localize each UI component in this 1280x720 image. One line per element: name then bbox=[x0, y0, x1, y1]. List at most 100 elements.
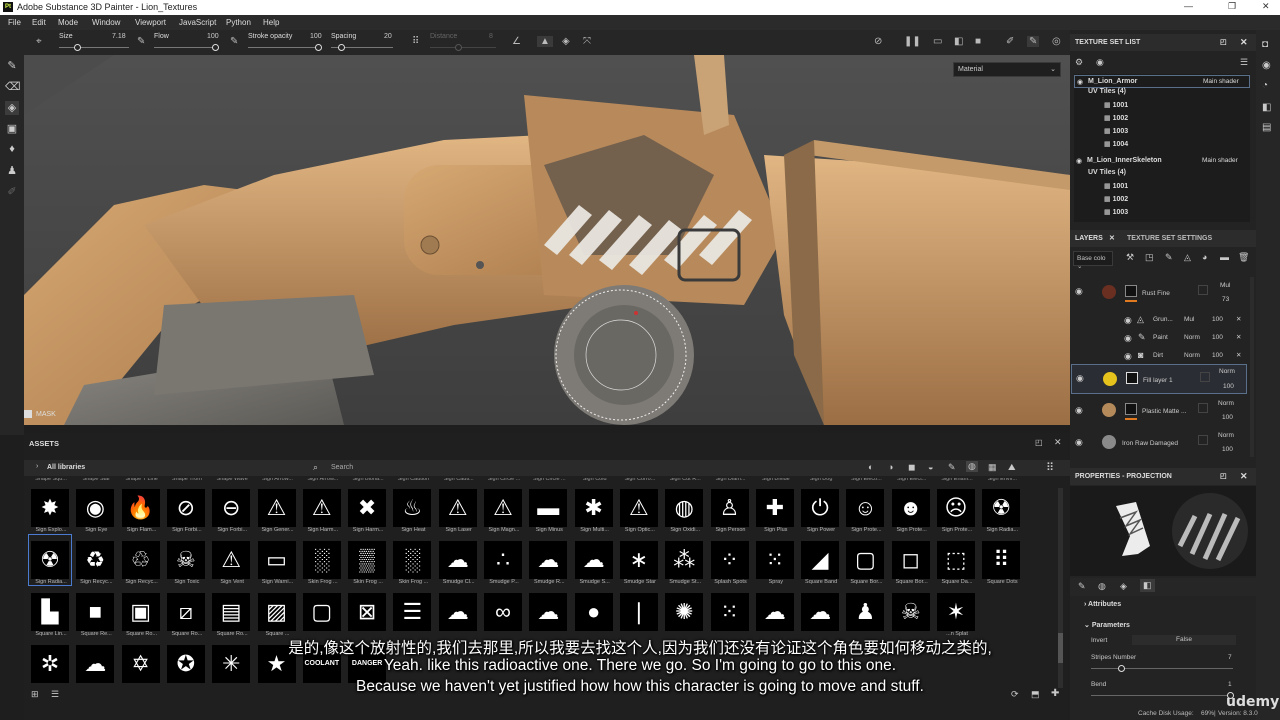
asset-tile[interactable]: ▨ Square ... bbox=[256, 587, 298, 637]
asset-tile[interactable]: ☢ Sign Radia... bbox=[980, 483, 1022, 533]
asset-tile[interactable]: ☹ Sign Prote... bbox=[935, 483, 977, 533]
filter-materials-icon[interactable]: ◐ bbox=[868, 462, 873, 472]
add-effect-icon[interactable]: ⚒ bbox=[1126, 252, 1134, 263]
eye-icon[interactable]: ◉ bbox=[1124, 333, 1132, 344]
asset-tile[interactable]: ❘ bbox=[618, 587, 660, 637]
asset-tile[interactable]: ⊘ Sign Forbi... bbox=[165, 483, 207, 533]
asset-tile[interactable]: ▢ Square Bor... bbox=[844, 535, 886, 585]
asset-tile[interactable]: ✸ Sign Explo... bbox=[29, 483, 71, 533]
blend-mode[interactable]: Mul bbox=[1220, 282, 1230, 289]
menu-help[interactable]: Help bbox=[263, 18, 279, 27]
menu-window[interactable]: Window bbox=[92, 18, 120, 27]
menu-python[interactable]: Python bbox=[226, 18, 251, 27]
asset-tile[interactable]: ⚠ Sign Harm... bbox=[301, 483, 343, 533]
eye-icon[interactable]: ◉ bbox=[1124, 351, 1132, 362]
menu-edit[interactable]: Edit bbox=[32, 18, 46, 27]
filter-alphas-icon[interactable]: ◍ bbox=[966, 461, 978, 472]
remove-icon[interactable]: ✕ bbox=[1236, 333, 1241, 341]
asset-tile[interactable]: ☠ Sign Toxic bbox=[165, 535, 207, 585]
asset-tile[interactable]: ⚠ Sign Magn... bbox=[482, 483, 524, 533]
blend-mode[interactable]: Norm bbox=[1184, 334, 1200, 341]
flow-slider-knob[interactable] bbox=[212, 44, 219, 51]
log-icon[interactable]: ▤ bbox=[1262, 122, 1271, 133]
view-3d-icon[interactable]: ◧ bbox=[954, 36, 963, 47]
close-icon[interactable]: ✕ bbox=[1262, 1, 1270, 12]
menu-icon[interactable]: ☰ bbox=[1240, 57, 1248, 68]
blend-mode[interactable]: Mul bbox=[1184, 316, 1194, 323]
camera-settings-icon[interactable]: ◘ bbox=[1262, 39, 1268, 50]
asset-tile[interactable]: ☁ Smudge S... bbox=[573, 535, 615, 585]
asset-tile[interactable]: ☰ bbox=[391, 587, 433, 637]
layer-checkbox[interactable] bbox=[1200, 372, 1210, 382]
float-panel-icon[interactable]: ◰ bbox=[1220, 472, 1227, 480]
stroke-opacity-value[interactable]: 100 bbox=[310, 33, 322, 40]
asset-tile[interactable]: ✺ bbox=[663, 587, 705, 637]
add-mask-icon[interactable]: ◳ bbox=[1145, 252, 1154, 263]
blend-mode[interactable]: Norm bbox=[1219, 368, 1235, 375]
eye-icon[interactable]: ◉ bbox=[1124, 315, 1132, 326]
asset-tile[interactable]: ☻ Sign Prote... bbox=[890, 483, 932, 533]
angle-icon[interactable]: ∠ bbox=[512, 36, 521, 47]
remove-icon[interactable]: ✕ bbox=[1236, 315, 1241, 323]
library-selector[interactable]: All libraries bbox=[47, 464, 85, 471]
flow-slider[interactable] bbox=[154, 47, 219, 48]
texture-set-skeleton[interactable]: ◉ M_Lion_InnerSkeleton Main shader bbox=[1074, 155, 1250, 168]
paint-brush-icon[interactable]: ✎ bbox=[5, 59, 19, 73]
asset-tile[interactable]: ⁙ Spray bbox=[754, 535, 796, 585]
asset-tile[interactable]: ░ Skin Frog ... bbox=[391, 535, 433, 585]
layer-plastic-matte[interactable]: ◉ Plastic Matte ... Norm 100 bbox=[1070, 396, 1246, 427]
picker-icon[interactable]: ✐ bbox=[5, 185, 19, 199]
mask-toggle[interactable]: MASK bbox=[24, 410, 84, 424]
transform-icon[interactable]: ⤧ bbox=[583, 36, 591, 47]
layer-opacity[interactable]: 100 bbox=[1212, 316, 1223, 323]
spacing-value[interactable]: 20 bbox=[384, 33, 392, 40]
asset-tile[interactable]: ■ Square Re... bbox=[74, 587, 116, 637]
size-slider[interactable] bbox=[59, 47, 129, 48]
asset-tile[interactable]: ⬚ Square Da... bbox=[935, 535, 977, 585]
asset-tile[interactable]: ⚠ Sign Laser bbox=[437, 483, 479, 533]
grid-view-icon[interactable]: ⠿ bbox=[1046, 461, 1054, 474]
filter-brushes-icon[interactable]: ✎ bbox=[948, 462, 956, 473]
asset-tile[interactable]: ⏻ Sign Power bbox=[799, 483, 841, 533]
display-settings-icon[interactable]: ◔ bbox=[1262, 80, 1268, 91]
filter-filters-icon[interactable]: ◼ bbox=[908, 462, 915, 473]
eye-icon[interactable]: ◉ bbox=[1075, 405, 1083, 416]
close-panel-icon[interactable]: ✕ bbox=[1240, 471, 1248, 482]
asset-tile[interactable]: ∗ Smudge Star bbox=[618, 535, 660, 585]
tab-texture-set-settings[interactable]: TEXTURE SET SETTINGS bbox=[1127, 235, 1212, 242]
hide-icon[interactable]: ⊘ bbox=[874, 36, 882, 47]
material-mode-select[interactable]: Material ⌄ bbox=[953, 62, 1061, 77]
close-assets-icon[interactable]: ✕ bbox=[1054, 437, 1062, 448]
flow-value[interactable]: 100 bbox=[207, 33, 219, 40]
asset-tile[interactable]: ▒ Skin Frog ... bbox=[346, 535, 388, 585]
asset-tile[interactable]: ⚠ Sign Gener... bbox=[256, 483, 298, 533]
eye-icon[interactable]: ◉ bbox=[1076, 157, 1082, 165]
asset-tile[interactable]: ● bbox=[573, 587, 615, 637]
menu-javascript[interactable]: JavaScript bbox=[179, 18, 216, 27]
blend-mode[interactable]: Norm bbox=[1184, 352, 1200, 359]
asset-tile[interactable]: ∞ bbox=[482, 587, 524, 637]
pause-icon[interactable]: ❚❚ bbox=[904, 36, 921, 47]
texture-set-armor[interactable]: ◉ M_Lion_Armor Main shader bbox=[1074, 75, 1250, 88]
asset-tile[interactable]: ⁙ bbox=[709, 587, 751, 637]
filter-environments-icon[interactable]: ⛰ bbox=[1008, 462, 1016, 473]
asset-tile[interactable]: ☁ bbox=[437, 587, 479, 637]
asset-tile[interactable]: ◢ Square Band bbox=[799, 535, 841, 585]
asset-tile[interactable]: ▢ bbox=[301, 587, 343, 637]
projection-tool-icon[interactable]: ◈ bbox=[5, 101, 19, 115]
stroke-icon[interactable]: ✎ bbox=[230, 36, 238, 47]
size-value[interactable]: 7.18 bbox=[112, 33, 126, 40]
layer-grunge[interactable]: ◉ ◬ Grun... Mul 100 ✕ bbox=[1070, 311, 1246, 328]
layer-checkbox[interactable] bbox=[1198, 435, 1208, 445]
uv-tile[interactable]: ▦ 1002 bbox=[1104, 195, 1280, 208]
attributes-section[interactable]: › Attributes bbox=[1084, 601, 1121, 608]
asset-tile[interactable]: ♟ bbox=[844, 587, 886, 637]
asset-tile[interactable]: ✖ Sign Harm... bbox=[346, 483, 388, 533]
close-panel-icon[interactable]: ✕ bbox=[1240, 37, 1248, 48]
blend-mode[interactable]: Norm bbox=[1218, 400, 1234, 407]
search-input[interactable]: Search bbox=[331, 464, 353, 471]
asset-tile[interactable]: ◉ Sign Eye bbox=[74, 483, 116, 533]
asset-tile[interactable]: ⁂ Smudge St... bbox=[663, 535, 705, 585]
asset-tile[interactable]: ▤ Square Ro... bbox=[210, 587, 252, 637]
uv-tile[interactable]: ▦ 1004 bbox=[1104, 140, 1280, 153]
